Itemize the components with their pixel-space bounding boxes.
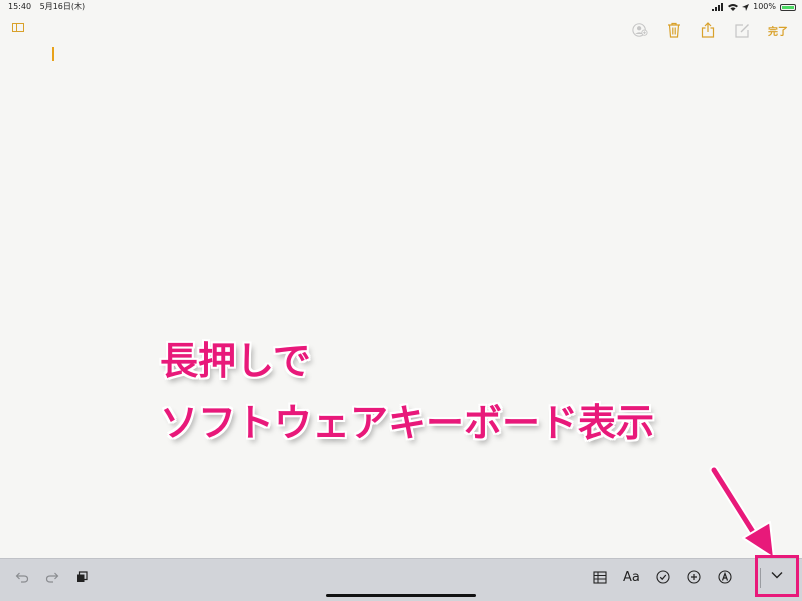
insert-button[interactable] [686, 569, 702, 585]
notes-navigation-bar: 完了 [0, 18, 802, 42]
add-people-button[interactable] [632, 22, 648, 38]
battery-icon [780, 3, 796, 11]
checklist-icon [656, 570, 670, 584]
delete-button[interactable] [666, 22, 682, 38]
redo-icon [45, 572, 59, 583]
home-indicator [326, 594, 476, 597]
compose-icon [734, 23, 749, 38]
paste-icon [77, 571, 88, 582]
status-right: 100% [712, 0, 796, 14]
top-actions: 完了 [632, 18, 788, 42]
sidebar-toggle-icon[interactable] [12, 23, 24, 32]
annotation-line-2: ソフトウェアキーボード表示 [160, 401, 655, 445]
status-left: 15:40 5月16日(木) [8, 0, 91, 14]
markup-button[interactable] [717, 569, 733, 585]
highlight-box [755, 555, 799, 597]
location-icon [742, 3, 750, 11]
signal-icon [712, 3, 724, 11]
markup-pen-icon [718, 570, 732, 584]
trash-icon [668, 22, 680, 38]
annotation-arrow [709, 465, 775, 559]
status-time: 15:40 [8, 2, 32, 11]
table-button[interactable] [592, 569, 608, 585]
checklist-button[interactable] [655, 569, 671, 585]
annotation-line-1: 長押しで [160, 339, 311, 383]
share-button[interactable] [700, 22, 716, 38]
status-date: 5月16日(木) [39, 2, 86, 11]
format-button[interactable]: Aa [623, 569, 640, 585]
text-cursor [52, 47, 54, 61]
undo-button[interactable] [14, 569, 30, 585]
share-icon [701, 22, 715, 38]
plus-circle-icon [687, 570, 701, 584]
undo-icon [15, 572, 29, 583]
redo-button[interactable] [44, 569, 60, 585]
battery-percent: 100% [753, 2, 776, 11]
paste-button[interactable] [74, 569, 90, 585]
status-bar: 15:40 5月16日(木) 100% [0, 0, 802, 14]
done-button[interactable]: 完了 [768, 23, 788, 38]
table-icon [593, 570, 607, 584]
add-people-icon [632, 23, 648, 37]
annotation-text: 長押しで ソフトウェアキーボード表示 [160, 330, 654, 454]
toolbar-left [14, 567, 90, 587]
compose-button[interactable] [734, 22, 750, 38]
wifi-icon [728, 4, 739, 11]
toolbar-right: Aa [592, 567, 733, 587]
